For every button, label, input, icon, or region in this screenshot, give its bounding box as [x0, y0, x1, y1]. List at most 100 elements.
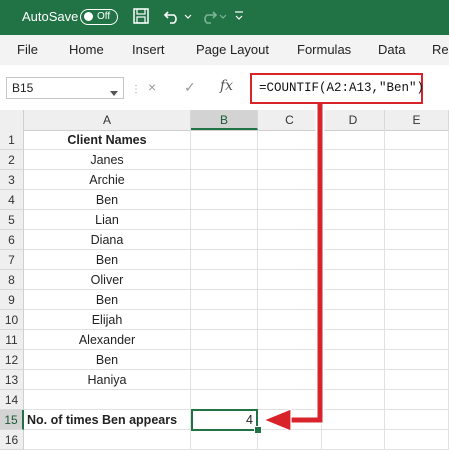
- tab-insert[interactable]: Insert: [132, 42, 165, 57]
- formula-bar-grip-icon[interactable]: ⋮: [131, 84, 141, 95]
- cell-c10[interactable]: [258, 310, 322, 330]
- fill-handle[interactable]: [254, 426, 262, 434]
- row-header[interactable]: 2: [0, 150, 24, 170]
- cell-c3[interactable]: [258, 170, 322, 190]
- cell-c1[interactable]: [258, 130, 322, 150]
- cell-b11[interactable]: [191, 330, 258, 350]
- cell-d1[interactable]: [322, 130, 385, 150]
- cell-a6[interactable]: Diana: [24, 230, 191, 250]
- chevron-down-icon[interactable]: [110, 86, 118, 100]
- cell-a15[interactable]: No. of times Ben appears: [24, 410, 191, 430]
- tab-home[interactable]: Home: [69, 42, 104, 57]
- row-header[interactable]: 10: [0, 310, 24, 330]
- autosave-toggle[interactable]: Off: [80, 9, 118, 25]
- column-header-e[interactable]: E: [385, 110, 449, 130]
- tab-data[interactable]: Data: [378, 42, 405, 57]
- undo-icon[interactable]: [162, 6, 184, 28]
- cell-e16[interactable]: [385, 430, 449, 450]
- cell-c11[interactable]: [258, 330, 322, 350]
- row-header[interactable]: 1: [0, 130, 24, 150]
- cell-d15[interactable]: [322, 410, 385, 430]
- cell-c12[interactable]: [258, 350, 322, 370]
- row-header[interactable]: 7: [0, 250, 24, 270]
- column-header-a[interactable]: A: [24, 110, 191, 130]
- cell-c16[interactable]: [258, 430, 322, 450]
- cell-e2[interactable]: [385, 150, 449, 170]
- column-header-b[interactable]: B: [191, 110, 258, 130]
- cancel-icon[interactable]: ×: [148, 79, 156, 95]
- cell-d9[interactable]: [322, 290, 385, 310]
- tab-formulas[interactable]: Formulas: [297, 42, 351, 57]
- cell-b6[interactable]: [191, 230, 258, 250]
- cell-b5[interactable]: [191, 210, 258, 230]
- row-header[interactable]: 4: [0, 190, 24, 210]
- cell-b16[interactable]: [191, 430, 258, 450]
- cell-e8[interactable]: [385, 270, 449, 290]
- cell-a11[interactable]: Alexander: [24, 330, 191, 350]
- cell-c14[interactable]: [258, 390, 322, 410]
- cell-b10[interactable]: [191, 310, 258, 330]
- cell-a10[interactable]: Elijah: [24, 310, 191, 330]
- cell-e9[interactable]: [385, 290, 449, 310]
- cell-c4[interactable]: [258, 190, 322, 210]
- cell-d4[interactable]: [322, 190, 385, 210]
- row-header[interactable]: 13: [0, 370, 24, 390]
- cell-d2[interactable]: [322, 150, 385, 170]
- cell-b7[interactable]: [191, 250, 258, 270]
- cell-b3[interactable]: [191, 170, 258, 190]
- cell-d6[interactable]: [322, 230, 385, 250]
- cell-c15[interactable]: [258, 410, 322, 430]
- save-icon[interactable]: [131, 6, 153, 28]
- cell-b4[interactable]: [191, 190, 258, 210]
- cell-e4[interactable]: [385, 190, 449, 210]
- cell-d8[interactable]: [322, 270, 385, 290]
- name-box[interactable]: B15: [6, 77, 124, 99]
- cell-e13[interactable]: [385, 370, 449, 390]
- cell-e3[interactable]: [385, 170, 449, 190]
- row-header[interactable]: 14: [0, 390, 24, 410]
- column-header-d[interactable]: D: [322, 110, 385, 130]
- tab-page-layout[interactable]: Page Layout: [196, 42, 269, 57]
- row-header[interactable]: 6: [0, 230, 24, 250]
- row-header[interactable]: 16: [0, 430, 24, 450]
- cell-a16[interactable]: [24, 430, 191, 450]
- column-header-c[interactable]: C: [258, 110, 322, 130]
- cell-b1[interactable]: [191, 130, 258, 150]
- row-header[interactable]: 12: [0, 350, 24, 370]
- cell-d14[interactable]: [322, 390, 385, 410]
- cell-c2[interactable]: [258, 150, 322, 170]
- cell-b13[interactable]: [191, 370, 258, 390]
- cell-a2[interactable]: Janes: [24, 150, 191, 170]
- cell-b9[interactable]: [191, 290, 258, 310]
- cell-c13[interactable]: [258, 370, 322, 390]
- insert-function-button[interactable]: fx: [220, 78, 233, 94]
- cell-a9[interactable]: Ben: [24, 290, 191, 310]
- row-header[interactable]: 8: [0, 270, 24, 290]
- customize-quick-access-icon[interactable]: [234, 9, 256, 31]
- cell-d12[interactable]: [322, 350, 385, 370]
- redo-icon[interactable]: [197, 6, 219, 28]
- cell-a12[interactable]: Ben: [24, 350, 191, 370]
- cell-a8[interactable]: Oliver: [24, 270, 191, 290]
- tab-review[interactable]: Re: [432, 42, 449, 57]
- cell-b2[interactable]: [191, 150, 258, 170]
- row-header[interactable]: 3: [0, 170, 24, 190]
- cell-d5[interactable]: [322, 210, 385, 230]
- formula-input[interactable]: =COUNTIF(A2:A13,"Ben"): [250, 73, 424, 104]
- cell-c7[interactable]: [258, 250, 322, 270]
- cell-c9[interactable]: [258, 290, 322, 310]
- cell-e14[interactable]: [385, 390, 449, 410]
- cell-d3[interactable]: [322, 170, 385, 190]
- cell-e10[interactable]: [385, 310, 449, 330]
- cell-e11[interactable]: [385, 330, 449, 350]
- cell-a3[interactable]: Archie: [24, 170, 191, 190]
- cell-e6[interactable]: [385, 230, 449, 250]
- cell-c8[interactable]: [258, 270, 322, 290]
- cell-e5[interactable]: [385, 210, 449, 230]
- cell-a13[interactable]: Haniya: [24, 370, 191, 390]
- cell-e1[interactable]: [385, 130, 449, 150]
- row-header[interactable]: 5: [0, 210, 24, 230]
- cell-b14[interactable]: [191, 390, 258, 410]
- cell-e7[interactable]: [385, 250, 449, 270]
- cell-a7[interactable]: Ben: [24, 250, 191, 270]
